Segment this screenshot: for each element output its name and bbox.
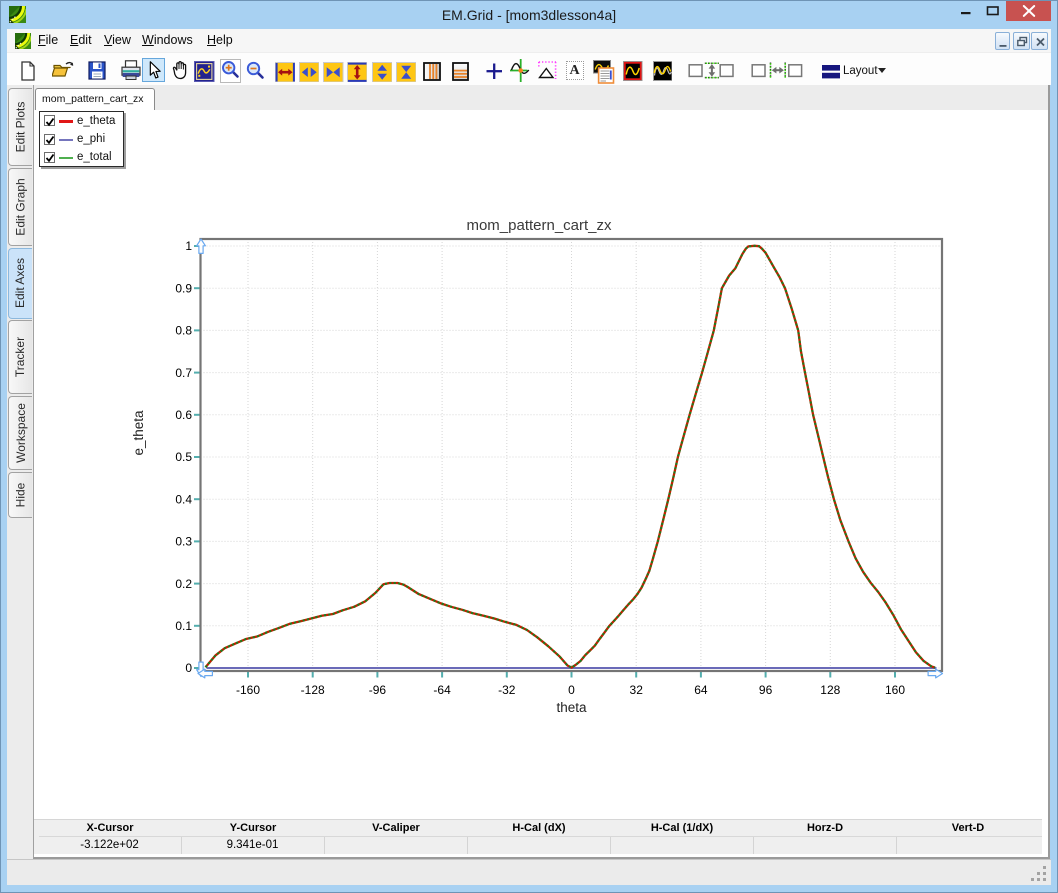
svg-text:96: 96 <box>759 683 773 697</box>
svg-text:0.8: 0.8 <box>175 324 192 338</box>
svg-text:0.1: 0.1 <box>175 619 192 633</box>
svg-text:0.9: 0.9 <box>175 281 192 295</box>
svg-text:128: 128 <box>820 683 840 697</box>
svg-text:-128: -128 <box>301 683 325 697</box>
svg-text:0.6: 0.6 <box>175 408 192 422</box>
svg-text:160: 160 <box>885 683 905 697</box>
svg-text:32: 32 <box>630 683 644 697</box>
svg-text:-160: -160 <box>236 683 260 697</box>
svg-text:0.7: 0.7 <box>175 366 192 380</box>
svg-text:-96: -96 <box>369 683 387 697</box>
svg-text:0.2: 0.2 <box>175 577 192 591</box>
svg-text:e_theta: e_theta <box>131 410 146 456</box>
svg-text:0: 0 <box>568 683 575 697</box>
svg-text:theta: theta <box>556 700 587 715</box>
svg-text:64: 64 <box>694 683 708 697</box>
svg-text:1: 1 <box>185 239 192 253</box>
svg-text:mom_pattern_cart_zx: mom_pattern_cart_zx <box>466 217 612 234</box>
svg-text:0.5: 0.5 <box>175 450 192 464</box>
svg-text:-64: -64 <box>433 683 451 697</box>
svg-text:0.3: 0.3 <box>175 535 192 549</box>
svg-text:-32: -32 <box>498 683 516 697</box>
svg-text:0: 0 <box>185 661 192 675</box>
svg-text:0.4: 0.4 <box>175 492 192 506</box>
